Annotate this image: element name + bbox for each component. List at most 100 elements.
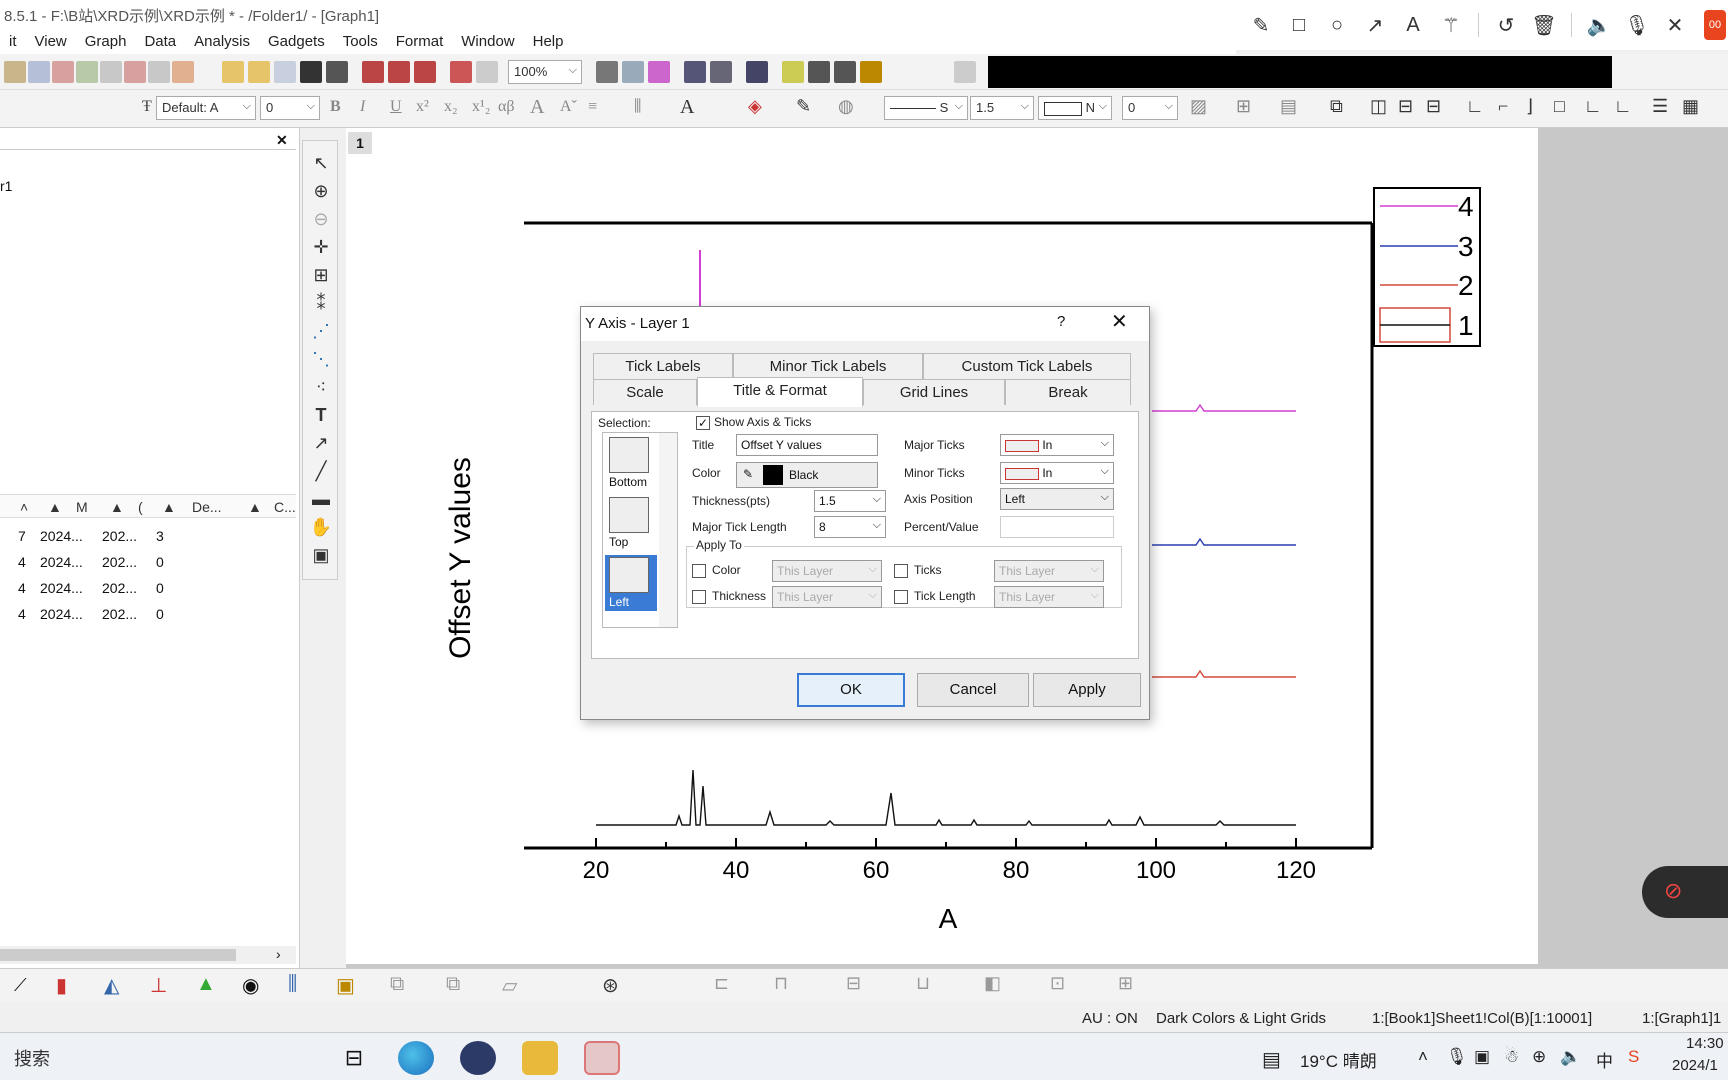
line-tool-icon[interactable]: ╱ [309, 459, 333, 483]
zoom-out-icon[interactable]: ⊖ [309, 207, 333, 231]
new-project-icon[interactable] [4, 61, 26, 83]
mic-icon[interactable]: 🎙 [1620, 8, 1654, 42]
italic-icon[interactable]: I [360, 98, 365, 116]
chevron-right-icon[interactable]: › [276, 946, 281, 962]
menu-window[interactable]: Window [452, 33, 523, 50]
arrow-tool-icon[interactable]: ↗ [309, 431, 333, 455]
taskbar-search[interactable]: 搜索 [14, 1045, 50, 1071]
close-icon[interactable]: ✕ [276, 132, 288, 149]
menu-graph[interactable]: Graph [76, 33, 136, 50]
mask-icon[interactable]: ⁖ [309, 375, 333, 399]
axis-break-icon[interactable]: ∟ [1584, 96, 1602, 117]
arrow-icon[interactable]: ↗ [1358, 8, 1392, 42]
table-icon[interactable]: ▤ [1280, 96, 1297, 117]
apply-ticks-checkbox[interactable] [894, 564, 908, 578]
scrollbar-thumb[interactable] [0, 949, 236, 961]
extract-icon[interactable]: ⧉ [446, 973, 460, 996]
selection-item-left[interactable]: Left [605, 555, 657, 611]
open-excel-icon[interactable] [274, 61, 296, 83]
menu-data[interactable]: Data [135, 33, 185, 50]
speaker-icon[interactable]: 🔈 [1582, 8, 1616, 42]
import-wizard-icon[interactable] [414, 61, 436, 83]
column-header[interactable]: C... [274, 499, 296, 515]
command-window-icon[interactable] [782, 61, 804, 83]
fill-color-icon[interactable]: ◈ [748, 96, 762, 117]
weather-text[interactable]: 19°C 晴朗 [1300, 1047, 1377, 1072]
data-reader-icon[interactable]: ⊞ [309, 263, 333, 287]
data-cursor-icon[interactable]: ⁑ [309, 291, 333, 315]
table-row[interactable]: 4 2024... 202... 0 [0, 602, 296, 628]
axis-position-select[interactable]: Left ⌵ [1000, 488, 1114, 510]
code-builder-icon[interactable] [684, 61, 706, 83]
save-template-icon[interactable] [326, 61, 348, 83]
sort-icon[interactable]: ▲ [248, 499, 262, 515]
close-button[interactable]: ✕ [1111, 309, 1128, 334]
cancel-button[interactable]: Cancel [917, 673, 1029, 707]
menu-format[interactable]: Format [387, 33, 453, 50]
message-log-icon[interactable] [834, 61, 856, 83]
align-icon[interactable]: ≡ [588, 98, 597, 116]
data-selector-icon[interactable]: ⋰ [309, 319, 333, 343]
chevron-up-icon[interactable]: ˄ [1418, 1047, 1428, 1067]
file-explorer-icon[interactable] [522, 1041, 558, 1075]
new-function-icon[interactable] [100, 61, 122, 83]
network-icon[interactable]: ⊕ [1532, 1047, 1546, 1067]
trash-icon[interactable]: 🗑 [1527, 8, 1561, 42]
line-style-select[interactable]: S ⌵ [884, 96, 968, 120]
qq-icon[interactable]: ☃ [1504, 1047, 1519, 1067]
layer-icon[interactable]: ⧉ [1330, 96, 1343, 117]
square-icon[interactable]: □ [1282, 8, 1316, 42]
selection-item-top[interactable]: Top [605, 495, 657, 551]
layer-grid-icon[interactable]: ⊟ [1398, 96, 1413, 117]
folder-label[interactable]: r1 [0, 178, 12, 194]
axis-right-icon[interactable]: ⌋ [1526, 96, 1533, 117]
thickness-select[interactable]: 1.5 ⌵ [814, 490, 886, 512]
layer-icon[interactable]: ▱ [502, 973, 517, 998]
hatch-icon[interactable]: ▨ [1190, 96, 1207, 117]
import-icon[interactable] [362, 61, 384, 83]
minor-ticks-select[interactable]: In ⌵ [1000, 462, 1114, 484]
results-log-icon[interactable] [710, 61, 732, 83]
pattern-size-select[interactable]: 0 ⌵ [1122, 96, 1178, 120]
display-icon[interactable]: ▣ [1474, 1047, 1490, 1067]
project-explorer-icon[interactable] [746, 61, 768, 83]
increase-font-icon[interactable]: A [530, 96, 544, 119]
new-graph-icon[interactable] [52, 61, 74, 83]
hand-icon[interactable]: ✋ [309, 515, 333, 539]
help-button[interactable]: ? [1057, 313, 1065, 330]
column-header[interactable]: M [76, 499, 88, 515]
close-icon[interactable]: ✕ [1658, 8, 1692, 42]
tab-title-format[interactable]: Title & Format [697, 377, 863, 407]
menu-analysis[interactable]: Analysis [185, 33, 259, 50]
major-ticks-select[interactable]: In ⌵ [1000, 434, 1114, 456]
tab-break[interactable]: Break [1005, 379, 1131, 405]
apply-button[interactable]: Apply [1033, 673, 1141, 707]
tab-tick-labels[interactable]: Tick Labels [593, 353, 733, 379]
area-plot-icon[interactable]: ◭ [104, 973, 119, 998]
worksheet-icon[interactable] [808, 61, 830, 83]
group-icon[interactable]: ⊡ [1050, 973, 1065, 994]
menu-tools[interactable]: Tools [334, 33, 387, 50]
open-template-icon[interactable] [248, 61, 270, 83]
sort-icon[interactable]: ▲ [48, 499, 62, 515]
color-select[interactable]: ✎ Black [736, 462, 878, 488]
contour-plot-icon[interactable]: ▲ [196, 973, 216, 996]
polar-plot-icon[interactable]: ◉ [242, 973, 259, 998]
bold-icon[interactable]: B [330, 98, 341, 116]
apply-ticklen-scope-select[interactable]: This Layer ⌵ [994, 586, 1104, 608]
column-plot-icon[interactable]: ▮ [56, 973, 67, 998]
ok-button[interactable]: OK [797, 673, 905, 707]
copy-page-icon[interactable] [622, 61, 644, 83]
menu-edit[interactable]: it [0, 33, 26, 50]
supersub-icon[interactable]: x¹₂ [472, 98, 490, 116]
mic-icon[interactable]: 🎙 [1446, 1047, 1468, 1067]
clock-date[interactable]: 2024/1 [1672, 1057, 1718, 1074]
new-excel-icon[interactable] [172, 61, 194, 83]
legend-icon[interactable]: ☰ [1652, 96, 1668, 117]
news-icon[interactable]: ▤ [1262, 1047, 1281, 1072]
percent-value-field[interactable] [1000, 516, 1114, 538]
sort-icon[interactable]: ▲ [162, 499, 176, 515]
menu-help[interactable]: Help [524, 33, 573, 50]
sogou-icon[interactable]: S [1628, 1047, 1639, 1067]
line-width-select[interactable]: 1.5 ⌵ [970, 96, 1034, 120]
